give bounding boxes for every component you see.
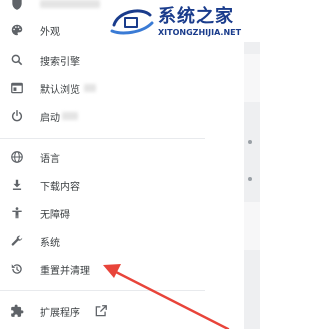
site-watermark: 系统之家 XITONGZHIJIA.NET [104, 0, 260, 42]
sidebar-item-label: 语言 [40, 153, 60, 165]
sidebar-item-label: 扩展程序 [40, 307, 80, 319]
sidebar-item-search-engine[interactable]: 搜索引擎 [0, 47, 205, 73]
power-icon [10, 109, 24, 123]
nav-divider [0, 138, 205, 139]
settings-card [244, 202, 260, 250]
sidebar-item-on-startup[interactable]: 启动 [0, 103, 205, 129]
download-icon [10, 178, 24, 192]
radio-dot [248, 140, 252, 144]
sidebar-item-label: 无障碍 [40, 209, 70, 221]
sidebar-item-label: 默认浏览 [40, 84, 80, 96]
settings-card [244, 54, 260, 102]
sidebar-item-label: 启动 [40, 112, 60, 124]
reset-history-icon [10, 262, 24, 276]
open-external-icon [94, 304, 108, 318]
wrench-icon [10, 234, 24, 248]
sidebar-item-accessibility[interactable]: 无障碍 [0, 200, 205, 226]
sidebar-item-languages[interactable]: 语言 [0, 144, 205, 170]
nav-divider [0, 290, 205, 291]
sidebar-item-label: 搜索引擎 [40, 56, 80, 68]
watermark-url: XITONGZHIJIA.NET [158, 28, 242, 37]
sidebar-item-label: 外观 [40, 26, 60, 38]
settings-sidebar: 外观 搜索引擎 默认浏览 启动 语言 下载内容 无障碍 系统 重置并清理 扩展程… [0, 0, 205, 329]
sidebar-item-label: 下载内容 [40, 181, 80, 193]
sidebar-item-system[interactable]: 系统 [0, 228, 205, 254]
sidebar-item-label: 系统 [40, 237, 60, 249]
sidebar-item-downloads[interactable]: 下载内容 [0, 172, 205, 198]
sidebar-item-reset-and-cleanup[interactable]: 重置并清理 [0, 256, 205, 282]
sidebar-item-extensions[interactable]: 扩展程序 [0, 298, 205, 324]
watermark-logo-icon [110, 9, 154, 35]
puzzle-icon [10, 304, 24, 318]
accessibility-icon [10, 206, 24, 220]
shield-icon [10, 0, 24, 11]
sidebar-item-default-browser[interactable]: 默认浏览 [0, 75, 205, 101]
obscured-label-tail [62, 112, 78, 120]
sidebar-item-label: 重置并清理 [40, 265, 90, 277]
globe-icon [10, 150, 24, 164]
obscured-label [40, 0, 100, 8]
palette-icon [10, 23, 24, 37]
main-content-panel [244, 42, 260, 329]
watermark-title: 系统之家 [158, 6, 234, 27]
radio-dot [248, 177, 252, 181]
obscured-label-tail [84, 84, 96, 92]
browser-icon [10, 81, 24, 95]
search-icon [10, 53, 24, 67]
